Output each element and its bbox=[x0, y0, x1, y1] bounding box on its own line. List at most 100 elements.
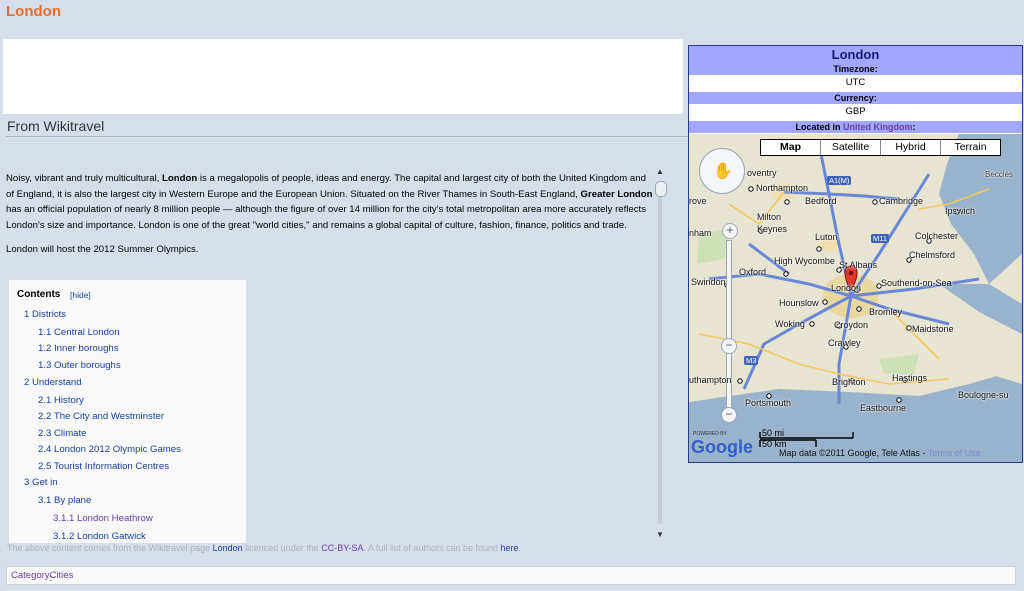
note-text: The above content comes from the Wikitra… bbox=[7, 543, 213, 553]
map-city-label: nham bbox=[689, 228, 712, 238]
map-view[interactable]: Map Satellite Hybrid Terrain ✋ + − − ove… bbox=[689, 134, 1022, 462]
map-city-label: Bromley bbox=[869, 307, 903, 317]
category-line: Category: Cities bbox=[11, 570, 74, 584]
map-city-label: Brighton bbox=[832, 377, 866, 387]
scale-miles: 50 mi bbox=[762, 428, 785, 438]
map-city-label: Woking bbox=[775, 319, 805, 329]
currency-label: Currency: bbox=[689, 92, 1022, 104]
located-in-suffix: : bbox=[912, 122, 916, 132]
toc-item[interactable]: 1.2 Inner boroughs bbox=[38, 343, 119, 354]
toc-item[interactable]: 2.4 London 2012 Olympic Games bbox=[38, 444, 181, 455]
intro-text: has an official population of nearly 8 m… bbox=[6, 204, 646, 231]
article-scrollbar[interactable]: ▲ ▼ bbox=[654, 166, 667, 541]
map-city-label: rove bbox=[689, 196, 707, 206]
intro-text: Noisy, vibrant and truly multicultural, bbox=[6, 173, 163, 184]
hand-pan-icon: ✋ bbox=[713, 163, 733, 180]
terms-of-use-link[interactable]: Terms of Use bbox=[928, 448, 981, 458]
intro-paragraph: Noisy, vibrant and truly multicultural, … bbox=[6, 171, 656, 233]
note-text: . A full list of authors can be found bbox=[363, 543, 501, 553]
license-link[interactable]: CC-BY-SA bbox=[321, 543, 363, 553]
scrollbar-thumb[interactable] bbox=[655, 181, 667, 197]
map-city-label: Boulogne-su bbox=[958, 390, 1009, 400]
note-text: . bbox=[518, 543, 522, 553]
map-city-label: Bedford bbox=[805, 196, 837, 206]
infobox-title: London bbox=[689, 46, 1022, 63]
currency-value: GBP bbox=[689, 104, 1022, 119]
table-of-contents: Contents [hide] 1 Districts 1.1 Central … bbox=[8, 279, 247, 543]
map-city-label: Milton Keynes bbox=[757, 212, 788, 234]
map-city-label: Crawley bbox=[828, 338, 861, 348]
located-in-prefix: Located in bbox=[795, 122, 843, 132]
road-shield: M3 bbox=[744, 356, 759, 365]
map-city-label: Southend-on-Sea bbox=[881, 278, 952, 288]
intro-bold-london: London bbox=[162, 173, 198, 184]
map-type-selector: Map Satellite Hybrid Terrain bbox=[760, 139, 1001, 156]
map-type-terrain-button[interactable]: Terrain bbox=[940, 140, 1000, 155]
note-text: licenced under the bbox=[242, 543, 322, 553]
toc-item[interactable]: 1 Districts bbox=[24, 309, 66, 320]
map-attribution: Map data ©2011 Google, Tele Atlas - Term… bbox=[779, 448, 981, 458]
map-city-label: Luton bbox=[815, 232, 838, 242]
toc-item[interactable]: 1.1 Central London bbox=[38, 327, 120, 338]
map-city-label: Cambridge bbox=[879, 196, 924, 206]
article-scroll-frame[interactable]: Noisy, vibrant and truly multicultural, … bbox=[4, 166, 669, 543]
scroll-up-arrow-icon[interactable]: ▲ bbox=[654, 166, 666, 178]
toc-item[interactable]: 2.5 Tourist Information Centres bbox=[38, 461, 169, 472]
zoom-out-button[interactable]: − bbox=[721, 407, 737, 423]
map-type-map-button[interactable]: Map bbox=[761, 140, 820, 155]
map-city-label: Beccles bbox=[985, 170, 1014, 179]
authors-link[interactable]: here bbox=[501, 543, 519, 553]
map-city-label: Croydon bbox=[834, 320, 869, 330]
toc-item[interactable]: 3 Get in bbox=[24, 477, 58, 488]
scrollbar-track[interactable] bbox=[658, 184, 662, 524]
toc-hide-link[interactable]: [hide] bbox=[70, 290, 91, 300]
map-city-label: Oxford bbox=[739, 267, 767, 277]
toc-item[interactable]: 1.3 Outer boroughs bbox=[38, 360, 121, 371]
attribution-note: The above content comes from the Wikitra… bbox=[7, 543, 521, 553]
map-city-label: uthampton bbox=[689, 375, 732, 385]
olympics-paragraph: London will host the 2012 Summer Olympic… bbox=[6, 244, 199, 255]
map-type-hybrid-button[interactable]: Hybrid bbox=[880, 140, 940, 155]
google-logo[interactable]: Google bbox=[691, 437, 753, 458]
timezone-label: Timezone: bbox=[689, 63, 1022, 75]
map-city-label: High Wycombe bbox=[774, 256, 835, 266]
section-divider bbox=[6, 136, 688, 137]
category-label-link[interactable]: Category bbox=[11, 570, 50, 581]
map-scale-bar: 50 mi 50 km bbox=[759, 428, 855, 449]
toc-item[interactable]: 3.1 By plane bbox=[38, 495, 91, 506]
toc-item[interactable]: 3.1.2 London Gatwick bbox=[53, 531, 146, 542]
pan-control[interactable]: ✋ bbox=[699, 148, 745, 194]
map-city-label: Northampton bbox=[756, 183, 809, 193]
zoom-slider-handle[interactable]: − bbox=[721, 338, 737, 354]
intro-bold-greater-london: Greater London bbox=[580, 188, 653, 200]
map-city-label: Chelmsford bbox=[909, 250, 956, 260]
map-city-label: Maidstone bbox=[912, 324, 954, 334]
map-city-label: Hounslow bbox=[779, 298, 819, 308]
map-city-label: Eastbourne bbox=[860, 403, 907, 413]
section-heading: From Wikitravel bbox=[7, 118, 105, 134]
map-city-label: Portsmouth bbox=[745, 398, 792, 408]
toc-item[interactable]: 2.3 Climate bbox=[38, 428, 87, 439]
map-type-satellite-button[interactable]: Satellite bbox=[820, 140, 880, 155]
country-link[interactable]: United Kingdom bbox=[843, 122, 913, 132]
zoom-in-button[interactable]: + bbox=[722, 223, 738, 239]
timezone-value: UTC bbox=[689, 75, 1022, 90]
toc-item[interactable]: 3.1.1 London Heathrow bbox=[53, 513, 153, 524]
toc-item[interactable]: 2.1 History bbox=[38, 395, 84, 406]
category-cities-link[interactable]: Cities bbox=[50, 570, 74, 581]
page-title: London bbox=[6, 3, 61, 20]
map-city-label: Swindon bbox=[691, 277, 726, 287]
road-shield: M11 bbox=[871, 234, 890, 243]
road-shield: A1(M) bbox=[827, 176, 852, 185]
article-body: Noisy, vibrant and truly multicultural, … bbox=[6, 171, 656, 543]
toc-item[interactable]: 2.2 The City and Westminster bbox=[38, 411, 164, 422]
scroll-down-arrow-icon[interactable]: ▼ bbox=[654, 529, 666, 541]
category-bar: Category: Cities bbox=[6, 566, 1016, 585]
toc-item[interactable]: 2 Understand bbox=[24, 377, 82, 388]
category-separator: : bbox=[49, 573, 53, 584]
map-city-label: oventry bbox=[747, 168, 777, 178]
wikitravel-page-link[interactable]: London bbox=[213, 543, 243, 553]
ad-banner bbox=[3, 39, 683, 114]
map-city-label: Ipswich bbox=[945, 206, 976, 216]
map-city-label: Colchester bbox=[915, 231, 959, 241]
